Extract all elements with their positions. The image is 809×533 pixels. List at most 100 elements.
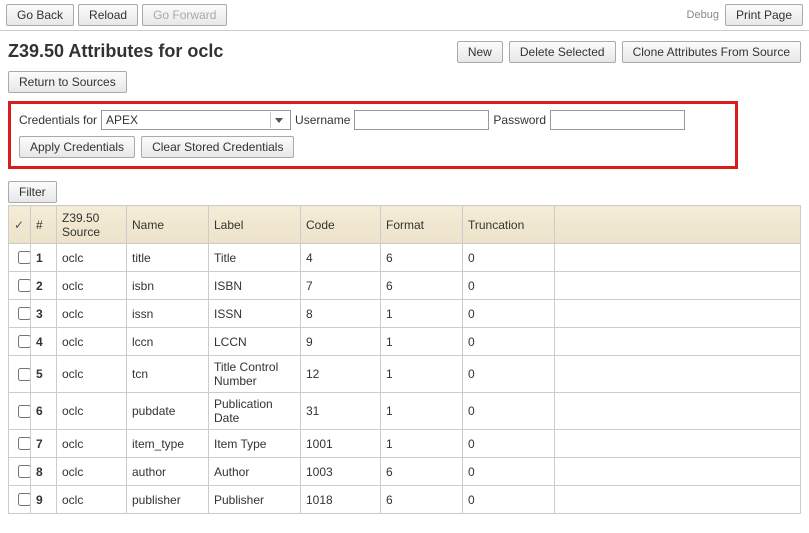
cell-number: 6 <box>31 393 57 430</box>
cell-truncation: 0 <box>463 393 555 430</box>
password-label: Password <box>493 113 546 127</box>
cell-code: 8 <box>301 300 381 328</box>
clone-attributes-button[interactable]: Clone Attributes From Source <box>622 41 801 63</box>
column-header-code[interactable]: Code <box>301 206 381 244</box>
cell-code: 9 <box>301 328 381 356</box>
cell-source: oclc <box>57 393 127 430</box>
cell-code: 7 <box>301 272 381 300</box>
cell-format: 6 <box>381 486 463 514</box>
apply-credentials-button[interactable]: Apply Credentials <box>19 136 135 158</box>
cell-truncation: 0 <box>463 328 555 356</box>
table-row[interactable]: 7oclcitem_typeItem Type100110 <box>9 430 801 458</box>
filter-button[interactable]: Filter <box>8 181 57 203</box>
row-checkbox[interactable] <box>18 307 31 320</box>
top-toolbar: Go Back Reload Go Forward Debug Print Pa… <box>0 0 809 31</box>
row-checkbox[interactable] <box>18 493 31 506</box>
return-to-sources-button[interactable]: Return to Sources <box>8 71 127 93</box>
page-title: Z39.50 Attributes for oclc <box>8 41 223 62</box>
cell-number: 9 <box>31 486 57 514</box>
row-checkbox[interactable] <box>18 368 31 381</box>
cell-format: 6 <box>381 244 463 272</box>
cell-code: 4 <box>301 244 381 272</box>
cell-name: issn <box>127 300 209 328</box>
cell-source: oclc <box>57 458 127 486</box>
table-row[interactable]: 5oclctcnTitle Control Number1210 <box>9 356 801 393</box>
cell-format: 1 <box>381 300 463 328</box>
cell-truncation: 0 <box>463 486 555 514</box>
table-row[interactable]: 8oclcauthorAuthor100360 <box>9 458 801 486</box>
cell-source: oclc <box>57 244 127 272</box>
cell-name: tcn <box>127 356 209 393</box>
cell-label: Title Control Number <box>209 356 301 393</box>
row-checkbox[interactable] <box>18 465 31 478</box>
cell-name: title <box>127 244 209 272</box>
cell-label: Publication Date <box>209 393 301 430</box>
cell-label: Item Type <box>209 430 301 458</box>
table-row[interactable]: 6oclcpubdatePublication Date3110 <box>9 393 801 430</box>
column-header-format[interactable]: Format <box>381 206 463 244</box>
cell-blank <box>555 356 801 393</box>
cell-label: LCCN <box>209 328 301 356</box>
column-header-blank <box>555 206 801 244</box>
row-checkbox[interactable] <box>18 437 31 450</box>
cell-code: 12 <box>301 356 381 393</box>
print-page-button[interactable]: Print Page <box>725 4 803 26</box>
cell-number: 8 <box>31 458 57 486</box>
cell-label: Author <box>209 458 301 486</box>
username-label: Username <box>295 113 350 127</box>
clear-credentials-button[interactable]: Clear Stored Credentials <box>141 136 294 158</box>
cell-source: oclc <box>57 300 127 328</box>
cell-blank <box>555 393 801 430</box>
debug-link[interactable]: Debug <box>687 9 719 21</box>
column-header-truncation[interactable]: Truncation <box>463 206 555 244</box>
row-checkbox[interactable] <box>18 405 31 418</box>
cell-code: 1001 <box>301 430 381 458</box>
cell-name: pubdate <box>127 393 209 430</box>
cell-truncation: 0 <box>463 356 555 393</box>
row-checkbox[interactable] <box>18 251 31 264</box>
cell-format: 6 <box>381 272 463 300</box>
cell-truncation: 0 <box>463 430 555 458</box>
attributes-table: # Z39.50 Source Name Label Code Format T… <box>8 205 801 514</box>
cell-source: oclc <box>57 430 127 458</box>
chevron-down-icon <box>270 112 286 128</box>
column-header-number[interactable]: # <box>31 206 57 244</box>
cell-number: 3 <box>31 300 57 328</box>
cell-truncation: 0 <box>463 244 555 272</box>
column-header-source[interactable]: Z39.50 Source <box>57 206 127 244</box>
cell-label: Title <box>209 244 301 272</box>
row-checkbox[interactable] <box>18 335 31 348</box>
cell-format: 1 <box>381 430 463 458</box>
reload-button[interactable]: Reload <box>78 4 138 26</box>
table-row[interactable]: 9oclcpublisherPublisher101860 <box>9 486 801 514</box>
credentials-panel: Credentials for APEX Username Password A… <box>8 101 738 169</box>
cell-truncation: 0 <box>463 300 555 328</box>
password-input[interactable] <box>550 110 685 130</box>
cell-name: item_type <box>127 430 209 458</box>
username-input[interactable] <box>354 110 489 130</box>
cell-number: 4 <box>31 328 57 356</box>
row-checkbox[interactable] <box>18 279 31 292</box>
cell-label: Publisher <box>209 486 301 514</box>
go-forward-button: Go Forward <box>142 4 227 26</box>
cell-name: author <box>127 458 209 486</box>
table-row[interactable]: 3oclcissnISSN810 <box>9 300 801 328</box>
go-back-button[interactable]: Go Back <box>6 4 74 26</box>
cell-source: oclc <box>57 486 127 514</box>
column-header-label[interactable]: Label <box>209 206 301 244</box>
new-button[interactable]: New <box>457 41 503 63</box>
delete-selected-button[interactable]: Delete Selected <box>509 41 616 63</box>
org-select[interactable]: APEX <box>101 110 291 130</box>
cell-truncation: 0 <box>463 458 555 486</box>
cell-blank <box>555 300 801 328</box>
table-row[interactable]: 1oclctitleTitle460 <box>9 244 801 272</box>
cell-blank <box>555 272 801 300</box>
cell-format: 1 <box>381 393 463 430</box>
table-row[interactable]: 2oclcisbnISBN760 <box>9 272 801 300</box>
cell-format: 1 <box>381 328 463 356</box>
cell-code: 31 <box>301 393 381 430</box>
column-header-select[interactable] <box>9 206 31 244</box>
column-header-name[interactable]: Name <box>127 206 209 244</box>
cell-format: 1 <box>381 356 463 393</box>
table-row[interactable]: 4oclclccnLCCN910 <box>9 328 801 356</box>
